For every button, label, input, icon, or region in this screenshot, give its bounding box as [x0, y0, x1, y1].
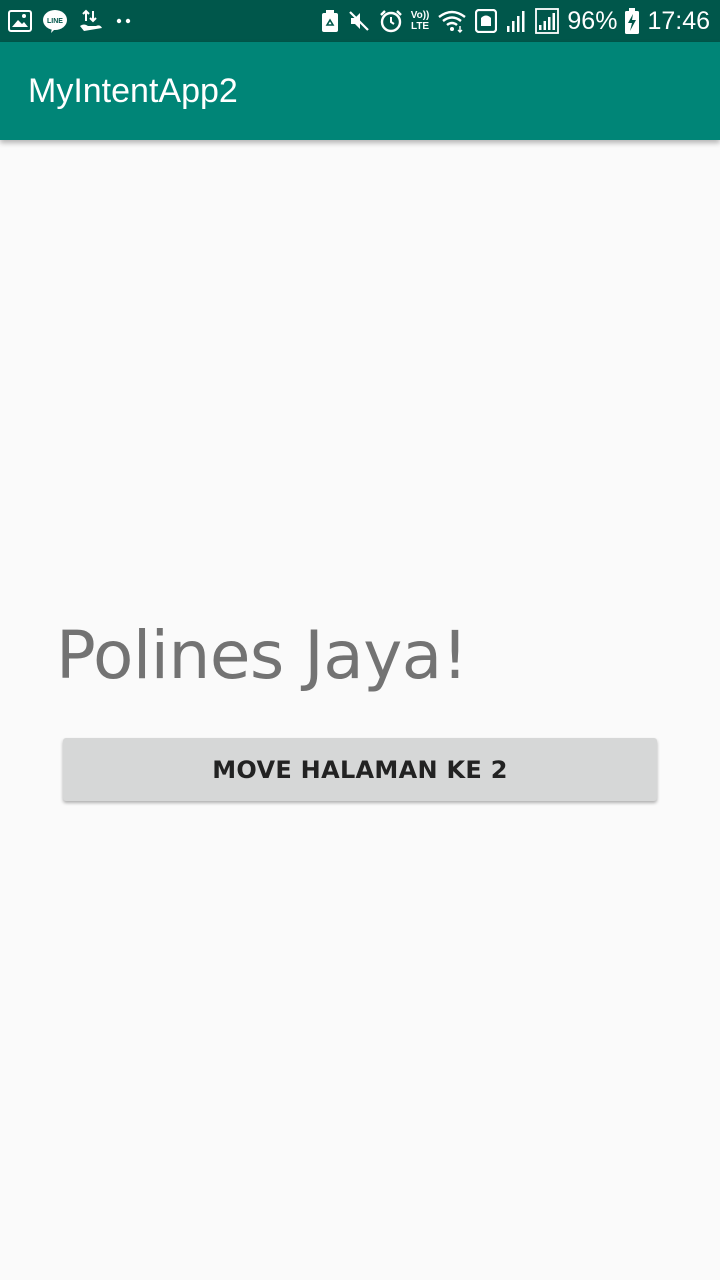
battery-percent: 96% — [567, 7, 618, 35]
status-bar-right: Vo)) LTE 96% 17:46 — [321, 0, 710, 42]
data-transfer-icon — [78, 8, 104, 34]
line-app-icon: LINE — [42, 8, 68, 34]
greeting-text: Polines Jaya! — [56, 617, 468, 694]
app-screen: LINE Vo)) LTE 96% 17:46 MyIntentApp2 Pol… — [0, 0, 720, 1280]
mute-icon — [347, 8, 371, 34]
battery-charging-icon — [625, 8, 640, 34]
volte-icon: Vo)) LTE — [411, 8, 430, 34]
volte-label-top: Vo)) — [410, 10, 430, 21]
app-title: MyIntentApp2 — [28, 72, 238, 110]
status-bar-left: LINE — [8, 0, 134, 42]
status-time: 17:46 — [647, 7, 710, 35]
status-bar: LINE Vo)) LTE 96% 17:46 — [0, 0, 720, 42]
app-bar: MyIntentApp2 — [0, 42, 720, 140]
wifi-icon — [437, 8, 467, 34]
alarm-clock-icon — [379, 8, 403, 34]
move-page-button[interactable]: MOVE HALAMAN KE 2 — [63, 738, 657, 801]
volte-label-bottom: LTE — [410, 21, 430, 32]
recycle-icon — [321, 8, 339, 34]
nfc-icon — [475, 8, 498, 34]
more-dots-icon — [114, 8, 134, 34]
signal-sim1-icon — [505, 8, 527, 34]
gallery-icon — [8, 8, 32, 34]
signal-sim2-icon — [535, 8, 560, 34]
line-app-label: LINE — [47, 18, 63, 25]
